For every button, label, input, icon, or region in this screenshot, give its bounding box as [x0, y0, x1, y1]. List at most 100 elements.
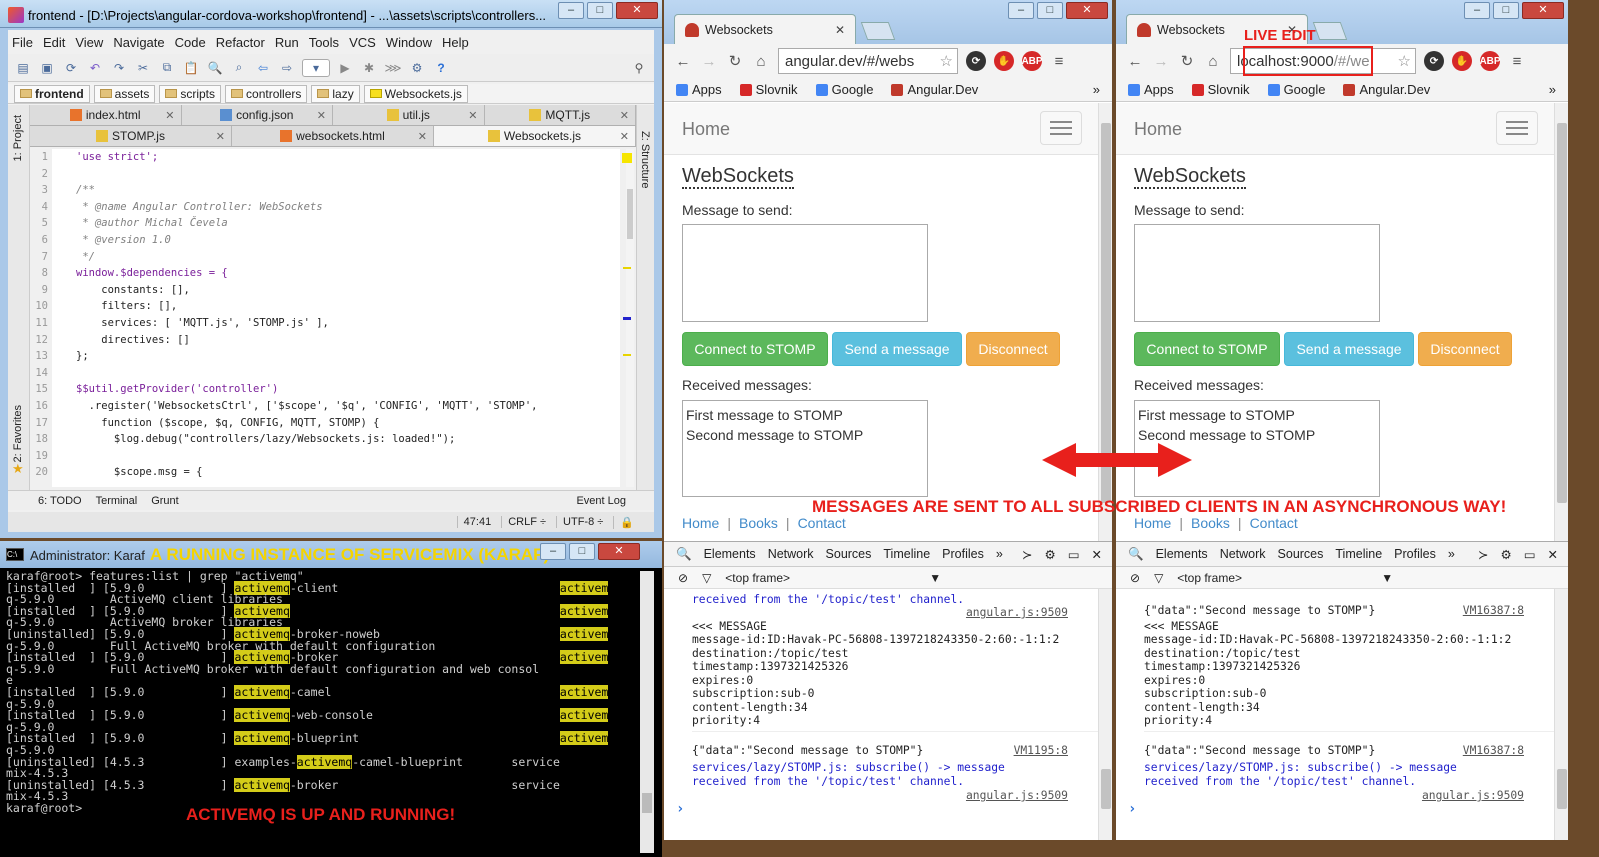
devtools-settings-icon[interactable]: ⚙ [1500, 547, 1511, 562]
breadcrumb-item[interactable]: frontend [14, 84, 90, 103]
bookmark-item[interactable]: Apps [1128, 82, 1174, 97]
sync-extension-icon[interactable]: ⟳ [1424, 51, 1444, 71]
bookmark-item[interactable]: Angular.Dev [1343, 82, 1430, 97]
cut-icon[interactable]: ✂ [134, 59, 152, 77]
line-separator[interactable]: CRLF ÷ [501, 516, 552, 528]
close-tab-icon[interactable]: ✕ [317, 109, 326, 122]
message-input[interactable] [682, 224, 928, 322]
devtools-tab[interactable]: Timeline [1335, 547, 1382, 561]
code-editor[interactable]: 'use strict'; /** * @name Angular Control… [52, 149, 620, 487]
favorites-panel-tab[interactable]: 2: Favorites [12, 405, 24, 462]
forward-icon[interactable]: → [700, 53, 718, 70]
console-source-link[interactable]: angular.js:9509 [1422, 789, 1524, 802]
maximize-button[interactable]: □ [1493, 2, 1519, 19]
devtools-tab[interactable]: » [1448, 547, 1455, 561]
close-tab-icon[interactable]: ✕ [468, 109, 477, 122]
close-tab-icon[interactable]: ✕ [835, 23, 845, 37]
bookmark-item[interactable]: Slovnik [1191, 82, 1250, 97]
address-bar[interactable]: angular.dev/#/webs ☆ [778, 48, 958, 74]
minimize-button[interactable]: – [1008, 2, 1034, 19]
caret-position[interactable]: 47:41 [456, 516, 498, 528]
devtools-close-icon[interactable]: ✕ [1548, 547, 1558, 562]
navbar-toggle-button[interactable] [1040, 111, 1082, 145]
help-icon[interactable]: ? [432, 59, 450, 77]
reload-icon[interactable]: ↻ [1178, 52, 1196, 70]
devtools-tab[interactable]: Profiles [942, 547, 984, 561]
copy-icon[interactable]: ⧉ [158, 59, 176, 77]
devtools-tab[interactable]: Network [1220, 547, 1266, 561]
chevron-down-icon[interactable]: ▼ [929, 571, 941, 585]
bookmark-item[interactable]: Apps [676, 82, 722, 97]
frame-selector[interactable]: <top frame> [1177, 571, 1367, 585]
dock-icon[interactable]: ▭ [1068, 547, 1080, 562]
frame-selector[interactable]: <top frame> [725, 571, 915, 585]
minimize-button[interactable]: – [540, 543, 566, 560]
chrome-menu-icon[interactable]: ≡ [1050, 53, 1068, 70]
clear-console-icon[interactable]: ⊘ [678, 571, 688, 585]
menu-vcs[interactable]: VCS [349, 35, 376, 50]
terminal-tab[interactable]: Terminal [96, 495, 138, 507]
menu-refactor[interactable]: Refactor [216, 35, 265, 50]
back-icon[interactable]: ← [1126, 53, 1144, 70]
project-panel-tab[interactable]: 1: Project [12, 115, 24, 161]
bookmark-item[interactable]: Google [815, 82, 873, 97]
send-message-button[interactable]: Send a message [832, 332, 962, 366]
inspect-icon[interactable]: 🔍 [676, 547, 692, 562]
find-icon[interactable]: 🔍 [206, 59, 224, 77]
settings-icon[interactable]: ⚙ [408, 59, 426, 77]
back-icon[interactable]: ← [674, 53, 692, 70]
grunt-tab[interactable]: Grunt [151, 495, 179, 507]
run-config-dropdown[interactable]: ▾ [302, 58, 330, 77]
console-scrollbar[interactable] [1554, 589, 1568, 840]
minimize-button[interactable]: – [558, 2, 584, 19]
maximize-button[interactable]: □ [569, 543, 595, 560]
sync-icon[interactable]: ⟳ [62, 59, 80, 77]
editor-tab[interactable]: index.html ✕ [30, 105, 182, 125]
breadcrumb-item[interactable]: scripts [159, 84, 222, 103]
close-tab-icon[interactable]: ✕ [216, 130, 225, 143]
maximize-button[interactable]: □ [1037, 2, 1063, 19]
redo-icon[interactable]: ↷ [110, 59, 128, 77]
footer-link-contact[interactable]: Contact [798, 515, 846, 531]
menu-code[interactable]: Code [175, 35, 206, 50]
terminal-scrollbar[interactable] [640, 571, 654, 853]
menu-tools[interactable]: Tools [309, 35, 339, 50]
disconnect-button[interactable]: Disconnect [1418, 332, 1512, 366]
todo-tab[interactable]: 6: TODO [38, 495, 82, 507]
undo-icon[interactable]: ↶ [86, 59, 104, 77]
close-tab-icon[interactable]: ✕ [620, 130, 629, 143]
editor-tab[interactable]: util.js ✕ [333, 105, 485, 125]
run-icon[interactable]: ▶ [336, 59, 354, 77]
footer-link-home[interactable]: Home [682, 515, 719, 531]
devtools-close-icon[interactable]: ✕ [1092, 547, 1102, 562]
console-prompt[interactable]: › [1128, 801, 1136, 817]
editor-tab[interactable]: websockets.html ✕ [232, 126, 434, 146]
console-source-link[interactable]: VM16387:8 [1463, 604, 1524, 617]
open-folder-icon[interactable]: ▤ [14, 59, 32, 77]
console-source-link[interactable]: VM16387:8 [1463, 744, 1524, 757]
editor-tab[interactable]: config.json ✕ [182, 105, 333, 125]
editor-tab[interactable]: Websockets.js ✕ [434, 126, 636, 146]
console-source-link[interactable]: angular.js:9509 [966, 789, 1068, 802]
menu-navigate[interactable]: Navigate [113, 35, 164, 50]
close-tab-icon[interactable]: ✕ [165, 109, 174, 122]
filter-icon[interactable]: ▽ [702, 571, 711, 585]
search-everywhere-icon[interactable]: ⚲ [630, 59, 648, 77]
sync-extension-icon[interactable]: ⟳ [966, 51, 986, 71]
bookmarks-overflow-icon[interactable]: » [1093, 82, 1100, 97]
message-input[interactable] [1134, 224, 1380, 322]
bookmark-star-icon[interactable]: ☆ [1398, 52, 1411, 70]
bookmark-item[interactable]: Slovnik [739, 82, 798, 97]
close-button[interactable]: ✕ [598, 543, 640, 560]
coverage-icon[interactable]: ⋙ [384, 59, 402, 77]
close-button[interactable]: ✕ [1522, 2, 1564, 19]
devtools-tab[interactable]: Elements [1156, 547, 1208, 561]
breadcrumb-item[interactable]: Websockets.js [363, 84, 468, 103]
stop-extension-icon[interactable]: ✋ [994, 51, 1014, 71]
home-icon[interactable]: ⌂ [752, 53, 770, 70]
page-scrollbar[interactable] [1554, 103, 1568, 541]
bookmark-star-icon[interactable]: ☆ [940, 52, 953, 70]
browser-tab[interactable]: Websockets ✕ [674, 14, 856, 44]
breadcrumb-item[interactable]: assets [93, 84, 156, 103]
devtools-tab[interactable]: Network [768, 547, 814, 561]
